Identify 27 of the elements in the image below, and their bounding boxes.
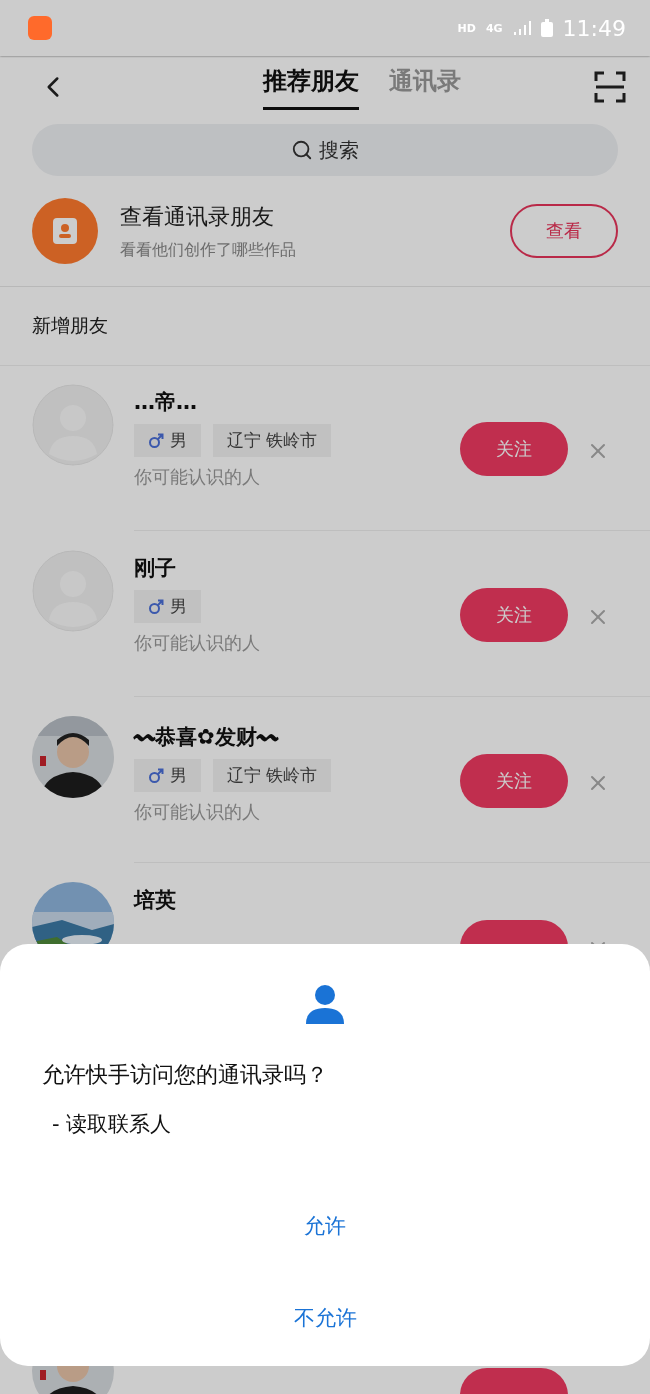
dialog-button[interactable]: 不允许 (273, 1298, 377, 1338)
search-placeholder: 搜索 (319, 136, 359, 164)
friend-name: 培英 (134, 887, 177, 914)
tag: 辽宁 铁岭市 (213, 424, 332, 457)
friend-reason: 你可能认识的人 (134, 631, 261, 655)
view-button[interactable]: 查看 (510, 204, 618, 258)
dialog-message: 允许快手访问您的通讯录吗？ (42, 1061, 329, 1089)
banner-subtitle: 看看他们创作了哪些作品 (120, 239, 297, 261)
follow-button[interactable]: 关注 (460, 588, 568, 642)
tag: 男 (134, 759, 201, 792)
section-title: 新增朋友 (0, 287, 650, 366)
follow-button[interactable]: 关注 (460, 754, 568, 808)
tag: 男 (134, 590, 201, 623)
friend-name: 〰恭喜✿发财〰 (134, 724, 280, 751)
tag: 辽宁 铁岭市 (213, 759, 332, 792)
tag: 男 (134, 424, 201, 457)
banner-title: 查看通讯录朋友 (120, 202, 275, 231)
friend-name: 刚子 (134, 555, 177, 582)
dialog-button[interactable]: 允许 (284, 1206, 366, 1246)
search-field[interactable]: 搜索 (32, 124, 618, 176)
follow-button[interactable]: 关注 (460, 422, 568, 476)
tab[interactable]: 推荐朋友 (263, 64, 359, 110)
permission-item: - 读取联系人 (52, 1111, 173, 1138)
friend-reason: 你可能认识的人 (134, 465, 261, 489)
tab[interactable]: 通讯录 (389, 64, 461, 110)
friend-name: …帝… (134, 389, 198, 416)
friend-reason: 你可能认识的人 (134, 800, 261, 824)
